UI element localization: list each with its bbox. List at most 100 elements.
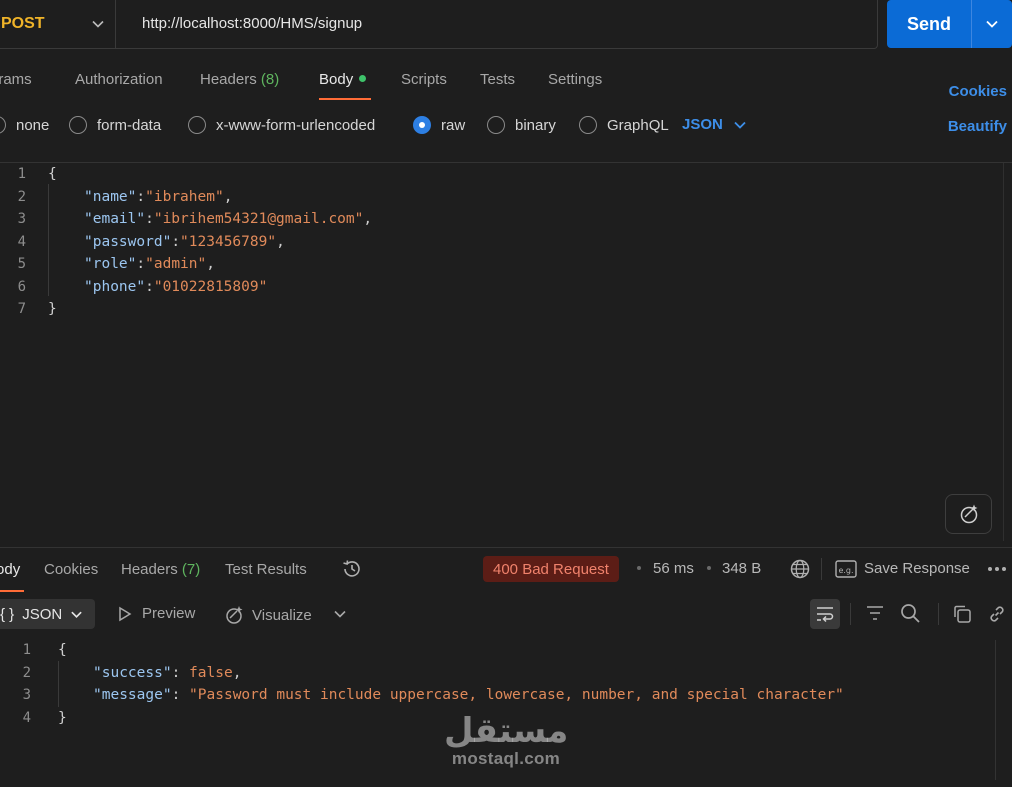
tab-label: Headers: [200, 71, 257, 88]
chevron-down-icon: [734, 121, 746, 129]
editor-scrollbar[interactable]: [1003, 163, 1012, 541]
json-key: "phone": [84, 279, 146, 295]
radio-selected-icon: [413, 116, 431, 134]
radio-label: x-www-form-urlencoded: [216, 116, 376, 134]
visualize-button[interactable]: Visualize: [224, 605, 312, 625]
radio-graphql[interactable]: GraphQL: [579, 116, 669, 134]
meta-separator: [637, 566, 641, 570]
radio-circle-icon: [188, 116, 206, 134]
code-line-name: "name":"ibrahem",: [84, 189, 232, 205]
json-value: "123456789": [180, 234, 277, 250]
preview-button[interactable]: Preview: [118, 605, 195, 622]
response-time[interactable]: 56 ms: [653, 560, 694, 577]
copy-icon[interactable]: [952, 604, 972, 624]
json-key: "success": [93, 665, 172, 681]
url-input[interactable]: http://localhost:8000/HMS/signup: [142, 15, 362, 32]
json-key: "email": [84, 211, 146, 227]
line-number: 4: [17, 234, 26, 250]
json-value: "ibrahem": [145, 189, 224, 205]
chevron-down-icon[interactable]: [333, 607, 347, 621]
response-format-select[interactable]: { } JSON: [0, 599, 95, 629]
filter-icon[interactable]: [865, 604, 885, 622]
code-open-brace: {: [48, 166, 57, 182]
method-label: POST: [1, 15, 45, 32]
beautify-link[interactable]: Beautify: [948, 118, 1007, 135]
radio-form-data[interactable]: form-data: [69, 116, 161, 134]
history-icon[interactable]: [341, 558, 363, 580]
json-value: "ibrihem54321@gmail.com": [153, 211, 364, 227]
tab-settings[interactable]: Settings: [548, 71, 602, 88]
json-sep: :: [145, 211, 154, 227]
response-tab-body[interactable]: Body: [0, 561, 20, 578]
tab-label: Cookies: [44, 561, 99, 578]
json-value: "01022815809": [153, 279, 268, 295]
status-badge[interactable]: 400 Bad Request: [483, 556, 619, 582]
response-tab-test-results[interactable]: Test Results: [225, 561, 307, 578]
more-options-icon[interactable]: [987, 565, 1007, 573]
format-label: JSON: [22, 605, 63, 623]
code-line-message: "message": "Password must include upperc…: [93, 687, 844, 703]
send-button[interactable]: Send: [887, 0, 1012, 48]
line-number: 2: [22, 665, 31, 681]
tab-authorization[interactable]: Authorization: [75, 71, 163, 88]
code-close-brace: }: [48, 301, 57, 317]
response-scrollbar[interactable]: [995, 640, 996, 780]
json-comma: ,: [206, 256, 215, 272]
json-sep: :: [171, 687, 190, 703]
send-options-chevron-icon[interactable]: [972, 0, 1012, 48]
json-sep: :: [136, 189, 146, 205]
watermark-arabic: مستقل: [444, 711, 569, 751]
line-number: 1: [22, 642, 31, 658]
tab-label: Tests: [480, 71, 516, 88]
json-comma: ,: [276, 234, 285, 250]
code-line-email: "email":"ibrihem54321@gmail.com",: [84, 211, 372, 227]
indent-guide: [48, 184, 49, 296]
radio-raw[interactable]: raw: [413, 116, 465, 134]
json-sep: :: [136, 256, 146, 272]
radio-x-www-form-urlencoded[interactable]: x-www-form-urlencoded: [188, 116, 375, 134]
json-comma: ,: [363, 211, 373, 227]
radio-label: GraphQL: [607, 116, 669, 134]
json-value: "Password must include uppercase, lowerc…: [189, 687, 844, 703]
active-response-tab-underline: [0, 590, 24, 592]
radio-circle-icon: [0, 116, 6, 134]
ai-assist-button[interactable]: [945, 494, 992, 534]
raw-format-select[interactable]: JSON: [682, 116, 747, 133]
tab-scripts[interactable]: Scripts: [401, 71, 447, 88]
method-select[interactable]: POST: [1, 0, 116, 48]
code-close-brace: }: [58, 710, 67, 726]
code-line-success: "success": false,: [93, 665, 241, 681]
tab-body[interactable]: Body: [319, 71, 367, 88]
search-icon[interactable]: [900, 603, 921, 624]
line-number: 7: [17, 301, 26, 317]
json-key: "password": [84, 234, 172, 250]
radio-none[interactable]: none: [0, 116, 49, 134]
meta-separator: [707, 566, 711, 570]
tab-headers[interactable]: Headers (8): [200, 71, 279, 88]
link-icon[interactable]: [987, 604, 1007, 624]
wrap-lines-button[interactable]: [810, 599, 840, 629]
code-line-password: "password":"123456789",: [84, 234, 285, 250]
visualize-label: Visualize: [252, 606, 312, 624]
response-tab-headers[interactable]: Headers (7): [121, 561, 200, 578]
response-tab-cookies[interactable]: Cookies: [44, 561, 98, 578]
tab-tests[interactable]: Tests: [480, 71, 515, 88]
response-size[interactable]: 348 B: [722, 560, 761, 577]
example-icon: e.g.: [835, 560, 857, 578]
code-open-brace: {: [58, 642, 67, 658]
cookies-link[interactable]: Cookies: [949, 83, 1007, 100]
tab-label: Headers: [121, 561, 178, 578]
tab-label: Scripts: [401, 71, 447, 88]
globe-icon[interactable]: [789, 558, 811, 580]
line-number: 6: [17, 279, 26, 295]
save-response-button[interactable]: Save Response: [864, 560, 970, 577]
toolbar-divider: [821, 558, 822, 580]
url-bar: POST http://localhost:8000/HMS/signup: [0, 0, 878, 49]
code-line-role: "role":"admin",: [84, 256, 215, 272]
raw-format-label: JSON: [682, 116, 723, 133]
radio-binary[interactable]: binary: [487, 116, 556, 134]
json-key: "role": [84, 256, 137, 272]
tab-params[interactable]: Params: [0, 71, 32, 88]
chevron-down-icon: [92, 20, 104, 28]
body-indicator-dot: [359, 75, 367, 82]
